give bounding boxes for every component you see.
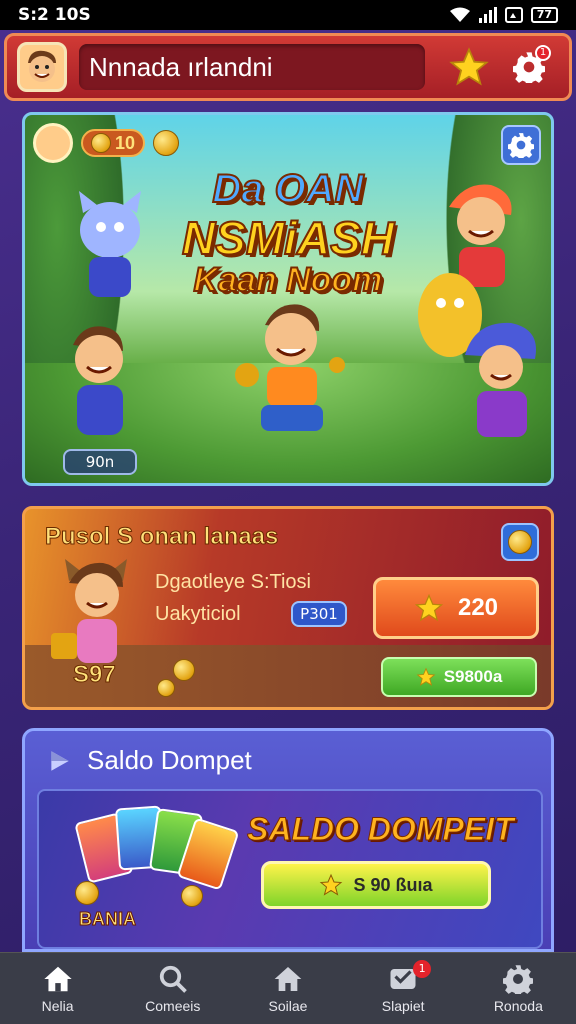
wallet-brand-label: BANIA: [79, 909, 137, 930]
gear-icon: [503, 964, 534, 994]
avatar[interactable]: [17, 42, 67, 92]
coin-count: 10: [115, 132, 136, 153]
nav-item-search[interactable]: Comeeis: [123, 964, 223, 1014]
offer-price-value: 220: [457, 594, 499, 621]
search-bar[interactable]: Nnnada ırlandni: [79, 44, 425, 90]
character-purple-knight: [465, 322, 536, 437]
wallet-title: Saldo Dompet: [87, 745, 252, 775]
star-icon: [449, 47, 489, 86]
home-icon: [43, 966, 72, 991]
offer-price-button[interactable]: 220: [373, 577, 539, 639]
nav-label-settings: Ronoda: [493, 997, 543, 1014]
star-icon: [416, 667, 436, 686]
nav-notification-badge: 1: [413, 959, 432, 978]
avatar-face-icon: [28, 50, 56, 82]
top-header: Nnnada ırlandni 1: [4, 33, 572, 101]
offer-buy-button[interactable]: S9800a: [381, 657, 537, 697]
wifi-icon: [449, 7, 470, 22]
offer-description-line2: Uakyticiol: [155, 603, 241, 625]
nav-label-search: Comeeis: [145, 997, 201, 1014]
nav-item-settings[interactable]: Ronoda: [468, 964, 568, 1014]
coin-icon: [91, 133, 111, 153]
offer-cash-amount: S97: [73, 661, 117, 689]
character-cat-blue: [79, 191, 141, 297]
search-text: Nnnada ırlandni: [89, 51, 273, 82]
coin-icon: [157, 679, 175, 697]
coin-counter[interactable]: 10: [81, 129, 146, 157]
battery-icon: 77: [530, 7, 558, 23]
wallet-balance-panel: BANIA SALDO DOMPEIT S 90 ßuıa: [37, 789, 543, 949]
status-icons: 77: [449, 7, 558, 23]
search-icon: [159, 965, 187, 993]
status-bar: S:2 10S 77: [0, 0, 576, 30]
star-icon: [320, 873, 343, 896]
coin-icon: [153, 130, 180, 156]
hero-counter-badge: 90n: [63, 449, 137, 475]
wallet-topup-button[interactable]: S 90 ßuıa: [261, 861, 491, 909]
player-avatar[interactable]: [33, 123, 73, 163]
gear-icon: [508, 133, 534, 158]
character-boy-left: [73, 326, 123, 435]
favorites-button[interactable]: [445, 43, 493, 91]
offer-info-button[interactable]: [501, 523, 539, 561]
nav-item-house[interactable]: Soilae: [238, 964, 338, 1014]
coin-icon: [75, 881, 99, 905]
settings-button[interactable]: 1: [505, 43, 553, 91]
offer-title: Pusol S onan lanaas: [44, 523, 279, 551]
signal-icon: [478, 7, 497, 23]
wallet-header: Saldo Dompet: [47, 745, 252, 776]
nav-label-house: Soilae: [268, 997, 308, 1014]
house-icon: [274, 966, 302, 991]
coin-icon: [181, 885, 203, 907]
status-time: S:2 10S: [18, 5, 91, 25]
offer-code-badge: P301: [291, 601, 347, 627]
nav-label-inbox: Slapiet: [381, 997, 425, 1014]
bottom-navigation: Nelia Comeeis Soilae 1 Slapiet Ronoda: [0, 952, 576, 1024]
wallet-card: Saldo Dompet BANIA SALDO DOMPEIT S 90 ßu…: [22, 728, 554, 952]
notification-badge: 1: [535, 45, 551, 61]
hero-topbar: 10: [33, 123, 180, 163]
screenshot-icon: [504, 7, 523, 23]
wallet-button-label: S 90 ßuıa: [353, 874, 433, 895]
offer-buy-label: S9800a: [443, 667, 503, 686]
offer-description-line1: Dgaotleye S:Tiosi: [155, 571, 311, 593]
hero-settings-button[interactable]: [501, 125, 541, 165]
play-arrow-icon: [51, 750, 69, 771]
character-boy-center: [235, 304, 345, 431]
offer-card[interactable]: Pusol S onan lanaas Dgaotleye S:Tiosi Ua…: [22, 506, 554, 710]
nav-item-inbox[interactable]: 1 Slapiet: [353, 959, 453, 1014]
star-icon: [414, 593, 444, 622]
nav-label-home: Nelia: [41, 997, 74, 1014]
game-hero-banner[interactable]: 10 Da OAN NSMiASH Kaan Noom 90n: [22, 112, 554, 486]
coin-icon: [508, 530, 532, 554]
wallet-headline: SALDO DOMPEIT: [247, 811, 515, 848]
coin-icon: [173, 659, 195, 681]
nav-item-home[interactable]: Nelia: [8, 964, 108, 1014]
